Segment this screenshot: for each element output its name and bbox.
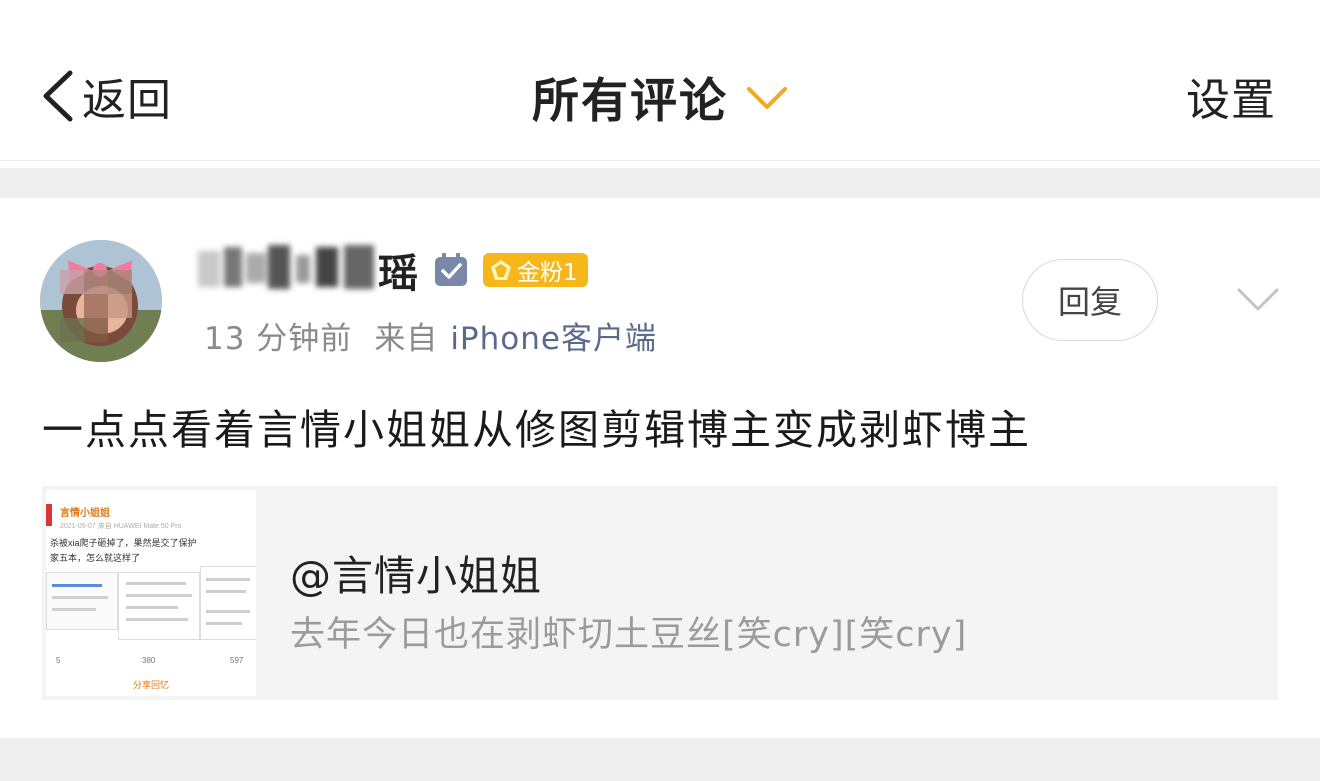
thumb-line1: 杀被xia爬子砸掉了，果然是交了保护 [50, 538, 197, 548]
comment-time: 13 分钟前 [204, 321, 353, 357]
thumb-share-label: 分享回忆 [132, 680, 169, 690]
verified-icon [435, 253, 467, 286]
thumb-comment-count: 380 [142, 656, 156, 665]
source-prefix: 来自 [374, 321, 439, 357]
diamond-icon [491, 260, 511, 280]
fan-badge-label: 金粉1 [517, 260, 578, 286]
thumb-like-count: 597 [230, 656, 244, 665]
top-bar: 返回 所有评论 设置 [0, 0, 1320, 161]
quoted-post-title: @言情小姐姐 [290, 552, 542, 600]
username[interactable]: 瑶 金粉1 [198, 241, 588, 299]
thumb-repost-count: 5 [56, 656, 61, 665]
thumb-author: 言情小姐姐 [60, 508, 110, 519]
thumb-date: 2021-05-07 来自 HUAWEI Mate 50 Pro [60, 523, 182, 530]
avatar-image [40, 240, 162, 362]
source-client: iPhone客户端 [450, 321, 657, 357]
thumb-line2: 家五本，怎么就这样了 [50, 553, 141, 563]
section-divider [0, 168, 1320, 198]
username-text: 瑶 [198, 241, 419, 299]
chevron-down-icon [747, 87, 787, 109]
username-blur [198, 241, 378, 295]
quoted-post-text: 去年今日也在剥虾切土豆丝[笑cry][笑cry] [290, 615, 968, 655]
page-title: 所有评论 [532, 73, 728, 129]
section-divider-bottom [0, 738, 1320, 781]
reply-button[interactable]: 回复 [1022, 259, 1158, 341]
avatar[interactable] [40, 240, 162, 362]
more-options-chevron-icon[interactable] [1236, 286, 1280, 314]
quoted-post-thumbnail: 言情小姐姐 2021-05-07 来自 HUAWEI Mate 50 Pro 杀… [46, 490, 256, 696]
comment-text: 一点点看着言情小姐姐从修图剪辑博主变成剥虾博主 [42, 406, 1031, 454]
quoted-post-card[interactable]: 言情小姐姐 2021-05-07 来自 HUAWEI Mate 50 Pro 杀… [42, 486, 1278, 700]
comment-meta: 13 分钟前 来自 iPhone客户端 [204, 313, 657, 358]
settings-button[interactable]: 设置 [1186, 66, 1276, 126]
comment-filter-dropdown[interactable]: 所有评论 [0, 66, 1320, 129]
fan-badge[interactable]: 金粉1 [483, 253, 588, 287]
